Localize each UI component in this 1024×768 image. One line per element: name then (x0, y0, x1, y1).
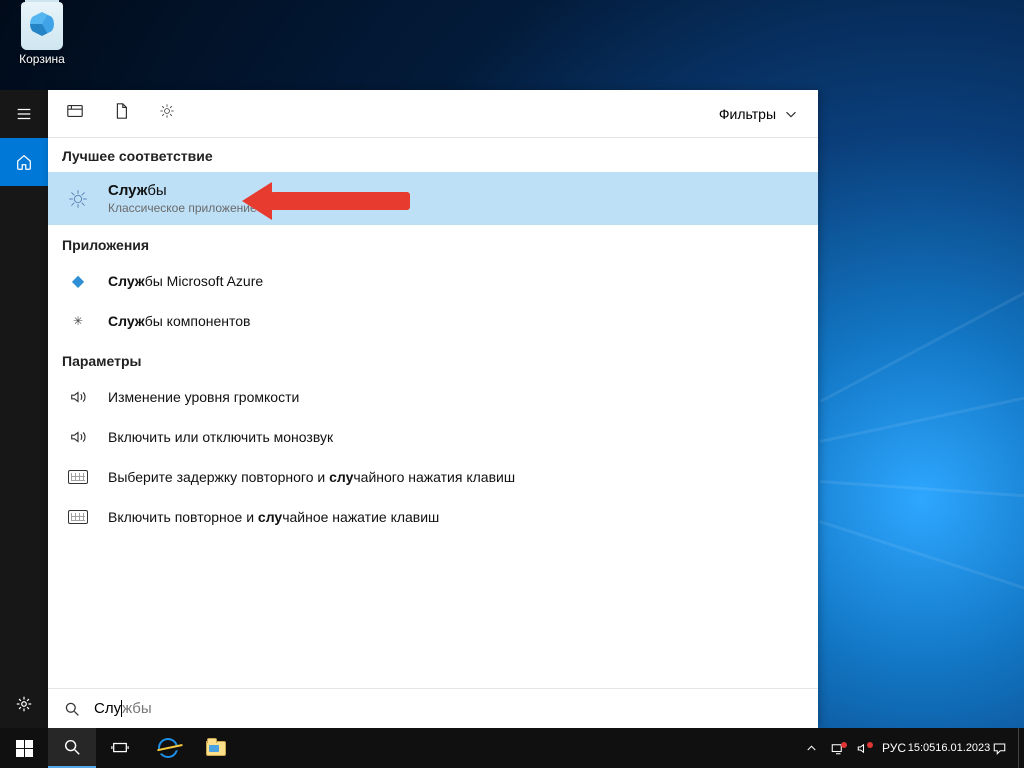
rail-home[interactable] (0, 138, 48, 186)
section-best-match: Лучшее соответствие (48, 138, 818, 172)
best-match-services[interactable]: Службы Классическое приложение (48, 172, 818, 225)
taskbar-search[interactable] (48, 728, 96, 768)
recycle-bin[interactable]: Корзина (10, 2, 74, 66)
setting-title: Изменение уровня громкости (108, 389, 299, 405)
search-icon (64, 701, 80, 717)
search-input-bar[interactable]: Службы (48, 688, 818, 728)
setting-title: Выберите задержку повторного и случайног… (108, 469, 515, 485)
setting-key-repeat-delay[interactable]: Выберите задержку повторного и случайног… (48, 457, 818, 497)
rail-hamburger[interactable] (0, 90, 48, 138)
app-result-component-services[interactable]: ✳︎ Службы компонентов (48, 301, 818, 341)
show-desktop[interactable] (1018, 728, 1024, 768)
rail-settings[interactable] (0, 680, 48, 728)
services-icon (66, 187, 90, 211)
app-result-azure[interactable]: ◆ Службы Microsoft Azure (48, 261, 818, 301)
results-body: Лучшее соответствие Службы Классическое … (48, 138, 818, 688)
start-rail (0, 90, 48, 728)
keyboard-icon (66, 505, 90, 529)
start-search-panel: Фильтры Лучшее соответствие Службы Класс… (0, 90, 818, 728)
filters-label: Фильтры (719, 106, 776, 122)
component-services-icon: ✳︎ (66, 309, 90, 333)
search-topbar: Фильтры (48, 90, 818, 138)
setting-mono-audio[interactable]: Включить или отключить монозвук (48, 417, 818, 457)
tray-network[interactable] (824, 741, 850, 756)
app-result-title: Службы компонентов (108, 313, 250, 329)
azure-icon: ◆ (66, 269, 90, 293)
setting-key-repeat-enable[interactable]: Включить повторное и случайное нажатие к… (48, 497, 818, 537)
search-results-pane: Фильтры Лучшее соответствие Службы Класс… (48, 90, 818, 728)
scope-apps-icon[interactable] (66, 102, 84, 125)
setting-title: Включить или отключить монозвук (108, 429, 333, 445)
tray-language[interactable]: РУС (876, 741, 912, 755)
setting-volume[interactable]: Изменение уровня громкости (48, 377, 818, 417)
section-apps: Приложения (48, 225, 818, 261)
system-tray: РУС 15:05 16.01.2023 (798, 728, 1024, 768)
filters-toggle[interactable]: Фильтры (719, 105, 800, 123)
speaker-icon (66, 425, 90, 449)
keyboard-icon (66, 465, 90, 489)
tray-time: 15:05 (908, 742, 936, 755)
taskbar-ie[interactable] (144, 728, 192, 768)
setting-title: Включить повторное и случайное нажатие к… (108, 509, 439, 525)
scope-settings-icon[interactable] (158, 102, 176, 125)
recycle-bin-icon (21, 2, 63, 50)
action-center[interactable] (986, 741, 1012, 756)
app-result-title: Службы Microsoft Azure (108, 273, 263, 289)
taskbar-explorer[interactable] (192, 728, 240, 768)
chevron-down-icon (782, 105, 800, 123)
tray-overflow[interactable] (798, 741, 824, 756)
tray-clock[interactable]: 15:05 16.01.2023 (912, 742, 986, 755)
tray-date: 16.01.2023 (935, 742, 990, 755)
taskbar: РУС 15:05 16.01.2023 (0, 728, 1024, 768)
scope-documents-icon[interactable] (112, 102, 130, 125)
recycle-bin-label: Корзина (19, 52, 65, 66)
speaker-icon (66, 385, 90, 409)
search-input-text[interactable]: Службы (94, 700, 152, 717)
section-settings: Параметры (48, 341, 818, 377)
best-match-title: Службы (108, 182, 257, 199)
tray-volume[interactable] (850, 741, 876, 756)
start-button[interactable] (0, 728, 48, 768)
task-view[interactable] (96, 728, 144, 768)
best-match-subtitle: Классическое приложение (108, 201, 257, 215)
